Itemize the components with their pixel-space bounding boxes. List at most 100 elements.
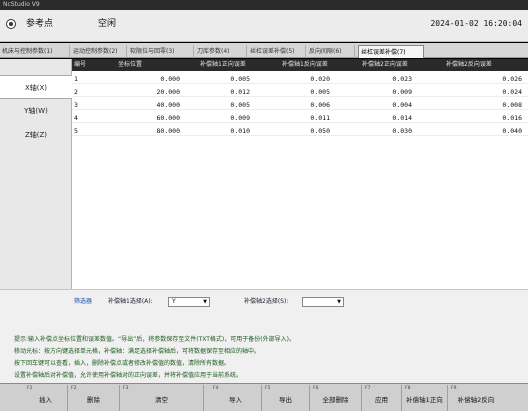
fkey-text: 导出 — [279, 396, 292, 404]
export-button[interactable]: F5 导出 — [262, 385, 310, 411]
table-row[interactable]: 4 60.000 0.009 0.011 0.014 0.016 — [72, 113, 528, 123]
tab-machine-control[interactable]: 机床与控制参数(1) — [0, 45, 70, 58]
filter-label: 筛选器 — [74, 298, 93, 305]
tab-screw-compensation[interactable]: 丝杠误差补偿(5) — [248, 45, 306, 58]
cell-no: 5 — [74, 127, 78, 135]
run-mode: 空闲 — [98, 19, 117, 29]
axis2-select-label: 补偿轴2选择(S): — [244, 298, 289, 305]
cell-axis2-positive: 0.030 — [392, 127, 412, 135]
fkey-label: F6 — [313, 386, 319, 391]
axis1-select-label: 补偿轴1选择(A): — [108, 298, 153, 305]
cell-axis1-positive: 0.009 — [230, 114, 250, 122]
cell-axis1-positive: 0.005 — [230, 75, 250, 83]
fkey-text: 删除 — [87, 396, 100, 404]
system-icon — [6, 19, 16, 29]
fkey-text: 导入 — [229, 396, 242, 404]
fkey-label: F9 — [451, 386, 457, 391]
fkey-label: F5 — [265, 386, 271, 391]
cell-axis1-negative: 0.020 — [310, 75, 330, 83]
cell-axis1-negative: 0.006 — [310, 101, 330, 109]
tab-soft-limit[interactable]: 软限位与回零(3) — [128, 45, 194, 58]
delete-all-button[interactable]: F6 全部删除 — [310, 385, 362, 411]
cell-axis1-positive: 0.010 — [230, 127, 250, 135]
cell-axis1-negative: 0.050 — [310, 127, 330, 135]
import-button[interactable]: F4 导入 — [210, 385, 262, 411]
cell-axis1-negative: 0.005 — [310, 88, 330, 96]
clear-button[interactable]: F3 清空 — [120, 385, 204, 411]
fkey-text: 补偿轴2反向 — [457, 396, 495, 404]
table-row[interactable]: 3 40.000 0.005 0.006 0.004 0.008 — [72, 100, 528, 110]
table-row[interactable]: 2 20.000 0.012 0.005 0.009 0.024 — [72, 87, 528, 97]
cell-axis2-negative: 0.008 — [502, 101, 522, 109]
axis-sidebar: X轴(X) Y轴(W) Z轴(Z) — [0, 59, 72, 289]
status-header: 参考点 空闲 2024-01-02 16:20:04 — [0, 10, 528, 42]
column-header-position: 坐标位置 — [118, 61, 143, 68]
cell-axis2-positive: 0.004 — [392, 101, 412, 109]
cell-position: 40.000 — [156, 101, 180, 109]
axis1-select[interactable]: Y ▼ — [168, 297, 210, 307]
cell-no: 2 — [74, 88, 78, 96]
compensation-table: 编号 坐标位置 补偿轴1正向误差 补偿轴1反向误差 补偿轴2正向误差 补偿轴2反… — [72, 59, 528, 289]
help-line: 设置补偿轴后对补偿值，允许使用补偿轴对的正向误差，并将补偿值应用于当前系统。 — [14, 372, 243, 379]
fkey-label: F7 — [365, 386, 371, 391]
cell-axis2-positive: 0.009 — [392, 88, 412, 96]
fkey-label: F2 — [71, 386, 77, 391]
cell-axis1-negative: 0.011 — [310, 114, 330, 122]
fkey-text: 补偿轴1正向 — [406, 396, 443, 404]
help-line: 按下回车键可以查看，插入，删除补偿点或者修改补偿值的数值，清除所有数据。 — [14, 360, 231, 367]
axis2-select[interactable]: ▼ — [302, 297, 344, 307]
cell-no: 1 — [74, 75, 78, 83]
window-title: NcStudio V9 — [0, 0, 528, 10]
cell-axis2-positive: 0.014 — [392, 114, 412, 122]
cell-axis2-negative: 0.026 — [502, 75, 522, 83]
chevron-down-icon: ▼ — [337, 299, 341, 305]
apply-button[interactable]: F7 应用 — [362, 385, 402, 411]
cell-position: 0.000 — [160, 75, 180, 83]
help-panel: 提示:输入补偿点坐标位置和误差数值。“导出”后，将参数保存至文件(TXT格式)，… — [0, 313, 528, 383]
column-header-no: 编号 — [74, 61, 87, 68]
cell-axis1-positive: 0.005 — [230, 101, 250, 109]
column-header-axis2-negative: 补偿轴2反向误差 — [446, 61, 492, 68]
fkey-label: F4 — [213, 386, 219, 391]
cell-axis2-positive: 0.023 — [392, 75, 412, 83]
table-row[interactable]: 1 0.000 0.005 0.020 0.023 0.026 — [72, 74, 528, 84]
cell-position: 20.000 — [156, 88, 180, 96]
help-line: 移动光标：按方向键选择单元格，补偿轴：满足选择补偿轴后，可将数据保存至相应的轴中… — [14, 348, 261, 355]
sidebar-item-z-axis[interactable]: Z轴(Z) — [0, 123, 72, 147]
fkey-text: 全部删除 — [322, 396, 349, 404]
help-line: 提示:输入补偿点坐标位置和误差数值。“导出”后，将参数保存至文件(TXT格式)，… — [14, 336, 295, 343]
fkey-text: 应用 — [375, 396, 388, 404]
fkey-label: F1 — [27, 386, 33, 391]
parameter-tabs: 机床与控制参数(1) 运动控制参数(2) 软限位与回零(3) 刀库参数(4) 丝… — [0, 43, 528, 58]
insert-button[interactable]: F1 插入 — [24, 385, 68, 411]
table-row[interactable]: 5 80.000 0.010 0.050 0.030 0.040 — [72, 126, 528, 136]
cell-axis2-negative: 0.024 — [502, 88, 522, 96]
axis1-select-value: Y — [172, 298, 176, 305]
axis2-negative-button[interactable]: F9 补偿轴2反向 — [448, 385, 504, 411]
column-header-axis1-negative: 补偿轴1反向误差 — [282, 61, 328, 68]
tab-motion-control[interactable]: 运动控制参数(2) — [71, 45, 127, 58]
cell-no: 4 — [74, 114, 78, 122]
axis1-positive-button[interactable]: F8 补偿轴1正向 — [402, 385, 448, 411]
table-header: 编号 坐标位置 补偿轴1正向误差 补偿轴1反向误差 补偿轴2正向误差 补偿轴2反… — [72, 59, 528, 71]
cell-axis1-positive: 0.012 — [230, 88, 250, 96]
function-key-bar: F1 插入 F2 删除 F3 清空 F4 导入 F5 导出 F6 全部删除 F7… — [0, 383, 528, 411]
delete-button[interactable]: F2 删除 — [68, 385, 120, 411]
cell-position: 80.000 — [156, 127, 180, 135]
fkey-label: F8 — [405, 386, 411, 391]
fkey-text: 清空 — [155, 396, 168, 404]
cell-axis2-negative: 0.040 — [502, 127, 522, 135]
filter-bar: 筛选器 补偿轴1选择(A): Y ▼ 补偿轴2选择(S): ▼ — [0, 289, 528, 313]
cell-position: 60.000 — [156, 114, 180, 122]
machine-state: 参考点 — [26, 19, 54, 29]
sidebar-item-x-axis[interactable]: X轴(X) — [0, 75, 72, 99]
fkey-label: F3 — [123, 386, 129, 391]
tab-error-compensation[interactable]: 丝杠误差补偿(7) — [358, 45, 424, 58]
sidebar-item-y-axis[interactable]: Y轴(W) — [0, 99, 72, 123]
column-header-axis1-positive: 补偿轴1正向误差 — [200, 61, 246, 68]
cell-no: 3 — [74, 101, 78, 109]
column-header-axis2-positive: 补偿轴2正向误差 — [362, 61, 408, 68]
tab-tool-magazine[interactable]: 刀库参数(4) — [195, 45, 247, 58]
chevron-down-icon: ▼ — [203, 299, 207, 305]
tab-backlash[interactable]: 反向间隙(6) — [307, 45, 355, 58]
